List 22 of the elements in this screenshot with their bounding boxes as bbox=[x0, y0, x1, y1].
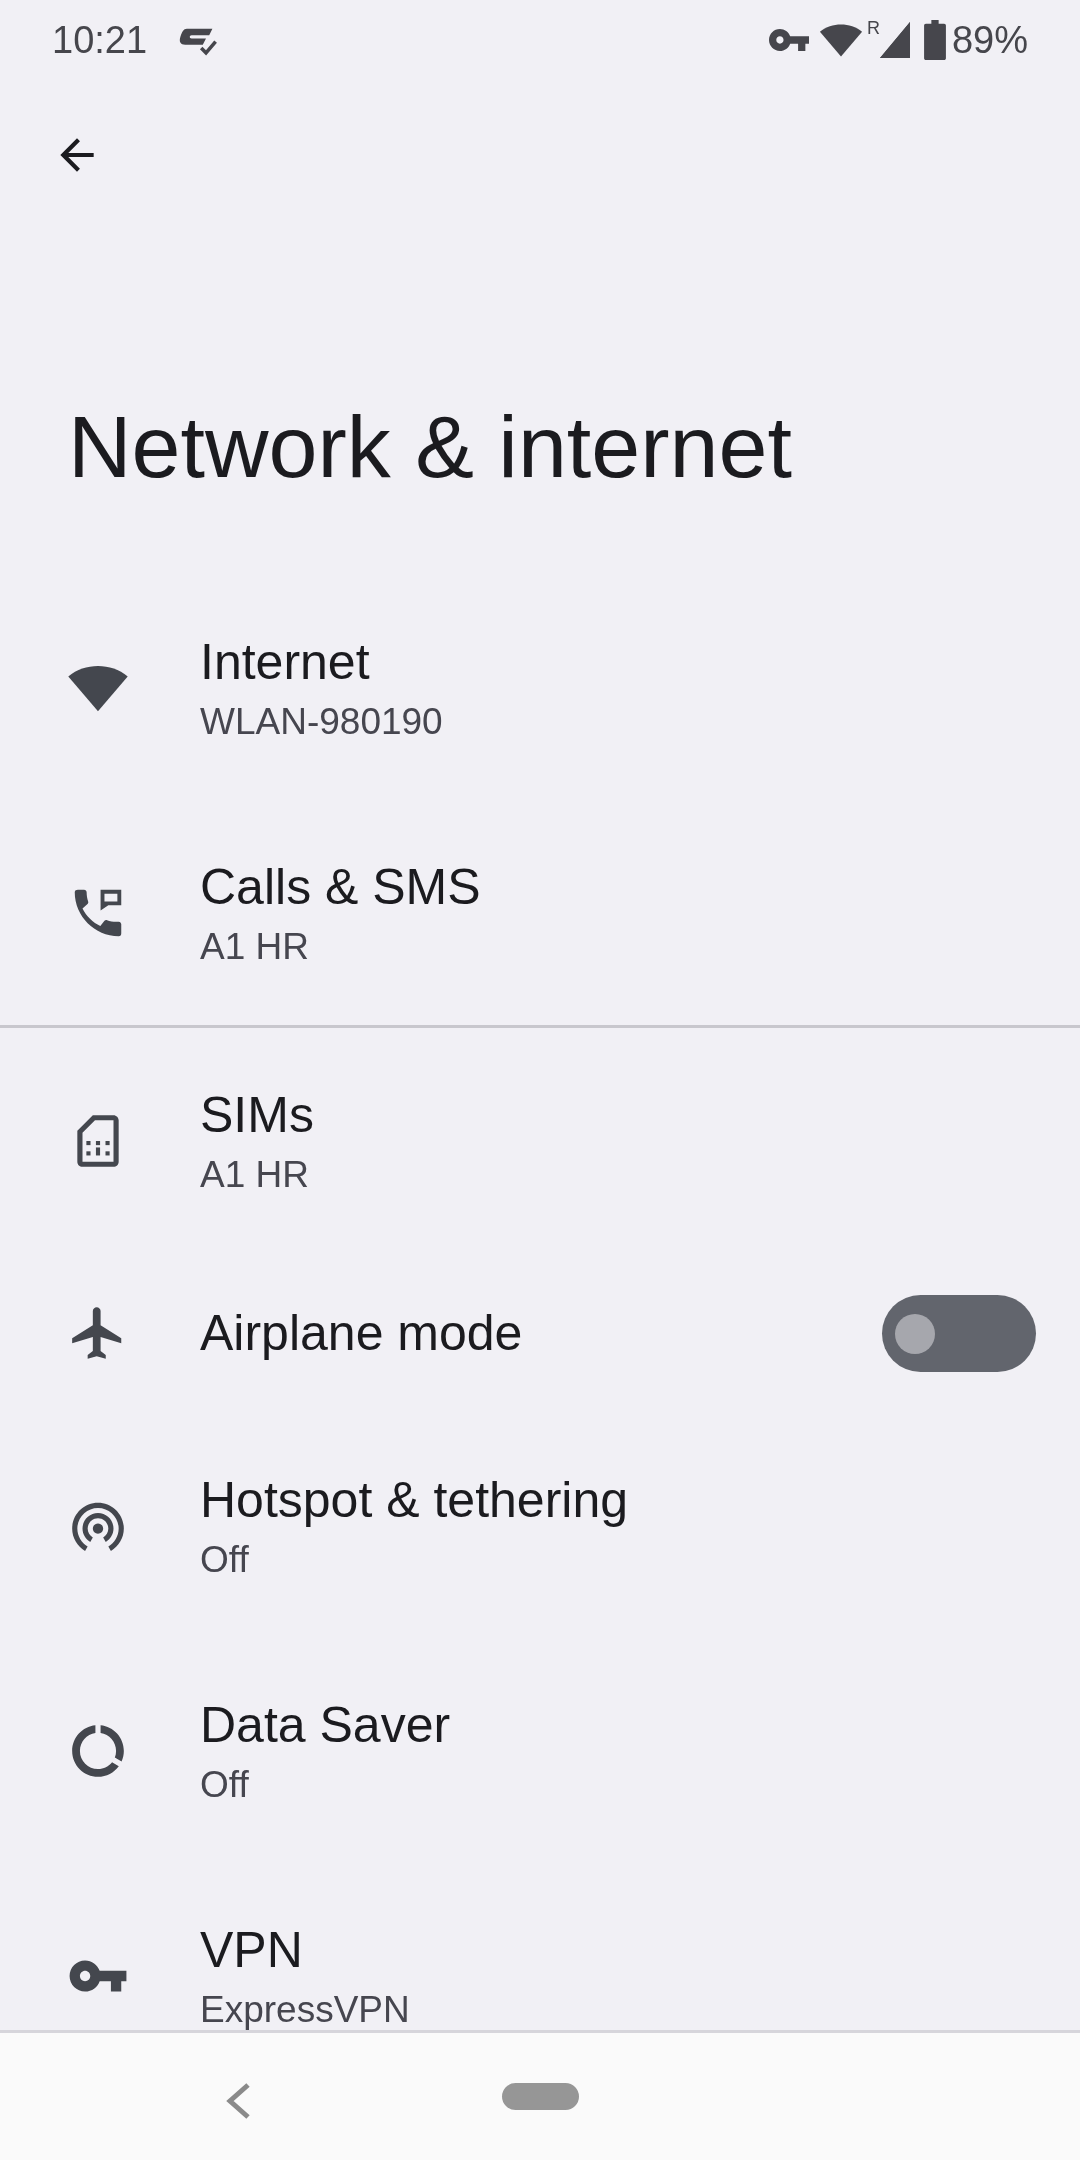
setting-summary: A1 HR bbox=[200, 1152, 310, 1197]
key-icon bbox=[768, 29, 809, 51]
setting-summary: WLAN-980190 bbox=[200, 699, 444, 744]
setting-title[interactable]: Calls & SMS bbox=[200, 855, 1080, 918]
status-time: 10:21 bbox=[52, 18, 148, 62]
setting-title[interactable]: Airplane mode bbox=[200, 1302, 882, 1364]
setting-summary: A1 HR bbox=[200, 924, 310, 969]
setting-title[interactable]: Data Saver bbox=[200, 1693, 1080, 1756]
wifi-icon bbox=[818, 22, 863, 58]
home-handle[interactable] bbox=[502, 2083, 579, 2110]
setting-summary: Off bbox=[200, 1537, 250, 1582]
setting-title[interactable]: Hotspot & tethering bbox=[200, 1468, 1080, 1531]
battery-icon bbox=[923, 20, 946, 60]
setting-summary: Off bbox=[200, 1762, 250, 1807]
setting-title[interactable]: SIMs bbox=[200, 1083, 1080, 1146]
roaming-indicator: R bbox=[866, 18, 880, 39]
battery-percentage: 89% bbox=[951, 18, 1028, 62]
setting-summary: ExpressVPN bbox=[200, 1987, 411, 2030]
page-title: Network & internet bbox=[68, 397, 793, 497]
setting-title[interactable]: Internet bbox=[200, 630, 1080, 693]
setting-title[interactable]: VPN bbox=[200, 1918, 1080, 1981]
signal-icon bbox=[879, 22, 910, 58]
